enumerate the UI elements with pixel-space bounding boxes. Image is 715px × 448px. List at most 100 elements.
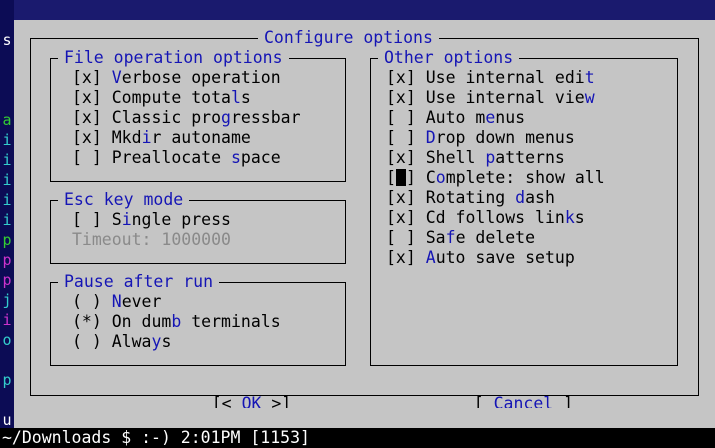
- checkbox-bracket-close: ]: [405, 168, 416, 187]
- panel-file-char: s: [2, 31, 12, 49]
- panel-file-char: i: [2, 131, 12, 149]
- option-hotkey: D: [425, 128, 436, 147]
- option-label-end: ngle press: [131, 210, 231, 229]
- panel-file-char: i: [2, 311, 12, 329]
- other-option-checkbox[interactable]: [x] Use internal view: [386, 88, 595, 108]
- pause-radio[interactable]: (*) On dumb terminals: [72, 312, 281, 332]
- panel-header: [14, 0, 715, 20]
- checkbox-state: [ ]: [72, 148, 102, 167]
- option-label-end: s: [240, 88, 251, 107]
- option-label-start: Use internal edi: [425, 68, 585, 87]
- other-option-checkbox[interactable]: [x] Shell patterns: [386, 148, 565, 168]
- option-hotkey: t: [584, 68, 595, 87]
- option-label-end: e delete: [455, 228, 536, 247]
- checkbox-state: [x]: [386, 148, 416, 167]
- option-label-start: Rotating: [425, 188, 516, 207]
- pause-title-text: Pause after run: [64, 272, 214, 291]
- option-label-end: pace: [240, 148, 281, 167]
- other-options-title: Other options: [378, 48, 520, 68]
- option-label-start: Classic pro: [111, 108, 222, 127]
- option-label-end: atterns: [495, 148, 565, 167]
- file-ops-title: File operation options: [58, 48, 289, 68]
- option-hotkey: g: [221, 108, 231, 127]
- option-hotkey: V: [111, 68, 122, 87]
- panel-file-char: u: [2, 411, 12, 429]
- option-label-end: erbose operation: [121, 68, 281, 87]
- option-hotkey: f: [445, 228, 456, 247]
- esc-mode-title-text: Esc key mode: [64, 190, 184, 209]
- checkbox-state: (*): [72, 312, 102, 331]
- other-option-checkbox[interactable]: [] Complete: show all: [386, 168, 605, 188]
- other-option-checkbox[interactable]: [ ] Safe delete: [386, 228, 535, 248]
- option-hotkey: p: [485, 148, 496, 167]
- option-hotkey: l: [230, 88, 241, 107]
- option-hotkey: e: [485, 108, 496, 127]
- option-label-end: rop down menus: [435, 128, 575, 147]
- panel-file-char: [0, 390, 14, 410]
- pause-radio[interactable]: ( ) Always: [72, 332, 171, 352]
- file-op-checkbox[interactable]: [x] Classic progressbar: [72, 108, 301, 128]
- option-label-end: s: [161, 332, 172, 351]
- option-label-start: Compute tota: [111, 88, 231, 107]
- checkbox-state: ( ): [72, 332, 102, 351]
- option-label-end: ash: [525, 188, 555, 207]
- file-op-checkbox[interactable]: [ ] Preallocate space: [72, 148, 281, 168]
- option-hotkey: k: [564, 208, 575, 227]
- other-options-title-text: Other options: [384, 48, 514, 67]
- option-label-start: Sa: [425, 228, 446, 247]
- file-op-checkbox[interactable]: [x] Verbose operation: [72, 68, 281, 88]
- panel-file-char: [0, 350, 14, 370]
- option-hotkey: N: [111, 292, 122, 311]
- option-label-start: Mkd: [111, 128, 142, 147]
- panel-file-char: p: [2, 251, 12, 269]
- checkbox-state: [x]: [386, 208, 416, 227]
- panel-file-char: o: [2, 331, 12, 349]
- option-hotkey: w: [584, 88, 595, 107]
- panel-file-char: [0, 70, 14, 90]
- panel-file-char: i: [2, 211, 12, 229]
- ok-button[interactable]: [< OK >]: [172, 374, 292, 413]
- checkbox-state: [x]: [72, 128, 102, 147]
- option-hotkey: i: [141, 128, 152, 147]
- option-label-start: Shell: [425, 148, 486, 167]
- checkbox-state: [ ]: [72, 210, 102, 229]
- option-label-end: terminals: [181, 312, 281, 331]
- option-label-end: s: [574, 208, 585, 227]
- shell-prompt[interactable]: ~/Downloads $ :-) 2:01PM [1153]: [0, 428, 715, 448]
- checkbox-state: [x]: [386, 248, 416, 267]
- esc-mode-title: Esc key mode: [58, 190, 190, 210]
- file-op-checkbox[interactable]: [x] Compute totals: [72, 88, 251, 108]
- checkbox-state: ( ): [72, 292, 102, 311]
- cancel-button[interactable]: [ Cancel ]: [434, 374, 573, 413]
- other-option-checkbox[interactable]: [x] Auto save setup: [386, 248, 575, 268]
- option-label-end: nus: [495, 108, 526, 127]
- focus-cursor: [395, 169, 406, 186]
- checkbox-state: [x]: [386, 188, 416, 207]
- panel-file-char: p: [2, 271, 12, 289]
- other-option-checkbox[interactable]: [ ] Auto menus: [386, 108, 525, 128]
- option-label-start: Cd follows lin: [425, 208, 565, 227]
- timeout-field: Timeout: 1000000: [72, 230, 231, 249]
- other-option-checkbox[interactable]: [x] Rotating dash: [386, 188, 555, 208]
- other-option-checkbox[interactable]: [x] Cd follows links: [386, 208, 585, 228]
- file-op-checkbox[interactable]: [x] Mkdir autoname: [72, 128, 251, 148]
- option-label-end: uto save setup: [435, 248, 575, 267]
- file-ops-title-text: File operation options: [64, 48, 283, 67]
- single-press-checkbox[interactable]: [ ] Single press: [72, 210, 231, 230]
- other-option-checkbox[interactable]: [x] Use internal edit: [386, 68, 595, 88]
- option-hotkey: o: [435, 168, 446, 187]
- panel-file-char: [0, 90, 14, 110]
- option-label-start: S: [111, 210, 122, 229]
- option-label-end: ever: [121, 292, 162, 311]
- other-option-checkbox[interactable]: [ ] Drop down menus: [386, 128, 575, 148]
- pause-radio[interactable]: ( ) Never: [72, 292, 161, 312]
